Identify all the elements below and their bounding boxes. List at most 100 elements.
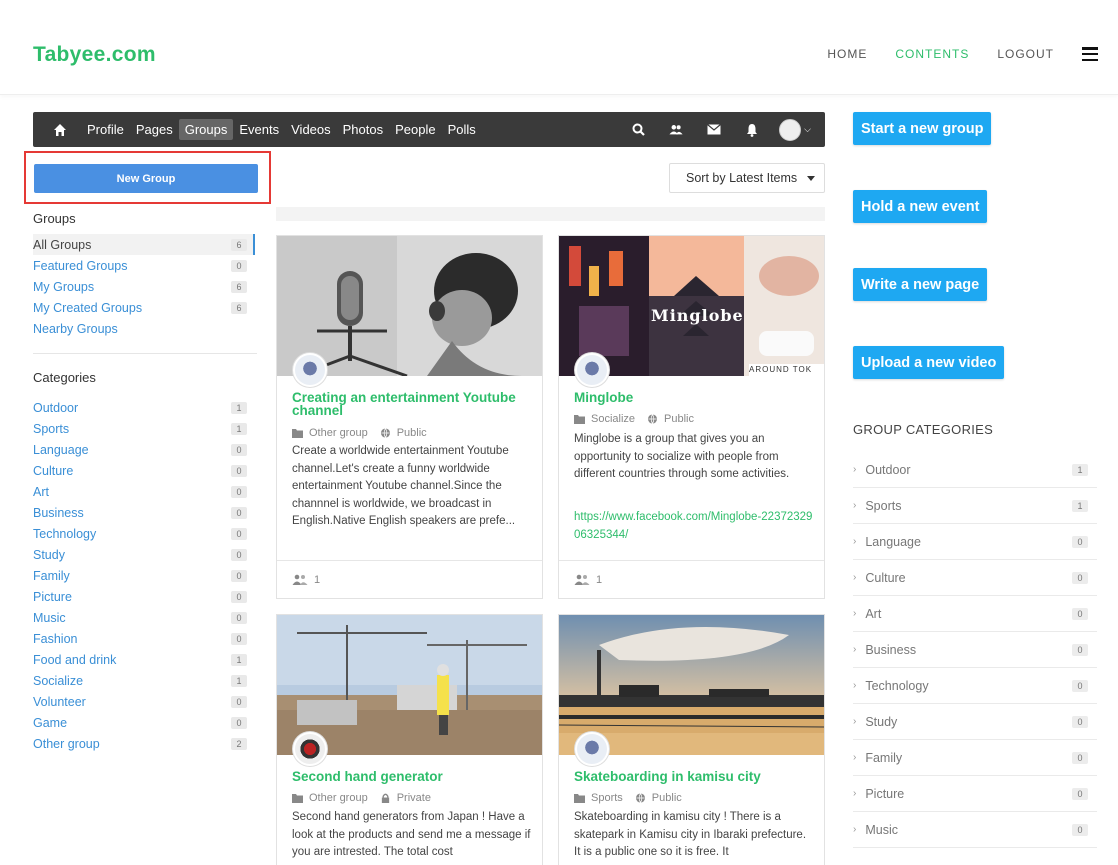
groups-filter-all[interactable]: All Groups 6 — [33, 234, 255, 255]
category-item[interactable]: Picture 0 — [33, 586, 255, 607]
chevron-right-icon: › — [853, 824, 857, 835]
group-card[interactable]: Minglobe AROUND TOK Minglobe Socialize P… — [558, 235, 825, 599]
count-badge: 0 — [231, 611, 247, 624]
group-external-link[interactable]: https://www.facebook.com/Minglobe-223723… — [574, 509, 814, 544]
new-group-button[interactable]: New Group — [34, 164, 258, 193]
group-avatar[interactable] — [575, 732, 609, 766]
category-item[interactable]: Game 0 — [33, 712, 255, 733]
top-nav: HOME CONTENTS LOGOUT — [799, 47, 1098, 61]
search-icon[interactable] — [631, 123, 645, 137]
group-footer: 1 — [559, 560, 824, 598]
friends-icon[interactable] — [669, 123, 683, 137]
group-category-item[interactable]: › Sports 1 — [853, 488, 1097, 524]
group-avatar[interactable] — [293, 353, 327, 387]
category-item[interactable]: Study 0 — [33, 544, 255, 565]
toolbar-pages[interactable]: Pages — [130, 119, 179, 140]
group-avatar[interactable] — [575, 353, 609, 387]
count-badge: 0 — [231, 569, 247, 582]
group-category-item[interactable]: › Business 0 — [853, 632, 1097, 668]
caret-down-icon — [807, 175, 816, 181]
toolbar-events[interactable]: Events — [233, 119, 285, 140]
groups-filter-my-created[interactable]: My Created Groups 6 — [33, 297, 255, 318]
site-logo[interactable]: Tabyee.com — [33, 43, 156, 67]
group-title[interactable]: Minglobe — [574, 391, 814, 405]
category-item[interactable]: Art 0 — [33, 481, 255, 502]
site-header: Tabyee.com HOME CONTENTS LOGOUT — [0, 0, 1118, 95]
chevron-right-icon: › — [853, 644, 857, 655]
category-item[interactable]: Sports 1 — [33, 418, 255, 439]
hamburger-menu-icon[interactable] — [1082, 47, 1098, 61]
mail-icon[interactable] — [707, 123, 722, 137]
group-category[interactable]: Other group — [309, 427, 368, 439]
hold-new-event-button[interactable]: Hold a new event — [853, 190, 988, 223]
lock-icon — [381, 793, 389, 803]
nav-home[interactable]: HOME — [827, 47, 867, 61]
cover-logo-text: Minglobe — [651, 306, 744, 325]
user-avatar[interactable] — [779, 118, 802, 141]
category-item[interactable]: Business 0 — [33, 502, 255, 523]
group-title[interactable]: Creating an entertainment Youtube channe… — [292, 391, 532, 418]
category-item[interactable]: Other group 2 — [33, 733, 255, 754]
group-avatar[interactable] — [293, 732, 327, 766]
group-category-item[interactable]: › Technology 0 — [853, 668, 1097, 704]
folder-icon — [292, 794, 303, 803]
count-badge: 0 — [1072, 571, 1088, 584]
chevron-right-icon: › — [853, 572, 857, 583]
group-category-item[interactable]: › Culture 0 — [853, 560, 1097, 596]
toolbar-photos[interactable]: Photos — [337, 119, 389, 140]
category-item[interactable]: Volunteer 0 — [33, 691, 255, 712]
start-new-group-button[interactable]: Start a new group — [853, 112, 992, 145]
upload-new-video-button[interactable]: Upload a new video — [853, 346, 1005, 379]
group-category-item[interactable]: › Language 0 — [853, 524, 1097, 560]
group-category[interactable]: Other group — [309, 792, 368, 804]
member-count: 1 — [596, 573, 603, 586]
category-item[interactable]: Outdoor 1 — [33, 397, 255, 418]
chevron-down-icon[interactable]: ⌵ — [804, 124, 811, 135]
group-title[interactable]: Second hand generator — [292, 770, 532, 784]
group-category-item[interactable]: › Art 0 — [853, 596, 1097, 632]
groups-filter-my[interactable]: My Groups 6 — [33, 276, 255, 297]
group-category-item[interactable]: › Family 0 — [853, 740, 1097, 776]
category-item[interactable]: Culture 0 — [33, 460, 255, 481]
group-title[interactable]: Skateboarding in kamisu city — [574, 770, 814, 784]
count-badge: 0 — [231, 695, 247, 708]
count-badge: 0 — [1072, 679, 1088, 692]
group-category-item[interactable]: › Outdoor 1 — [853, 452, 1097, 488]
toolbar-profile[interactable]: Profile — [81, 119, 130, 140]
group-category[interactable]: Socialize — [591, 413, 635, 425]
chevron-right-icon: › — [853, 752, 857, 763]
categories-heading: Categories — [33, 370, 96, 385]
category-item[interactable]: Technology 0 — [33, 523, 255, 544]
nav-logout[interactable]: LOGOUT — [997, 47, 1054, 61]
home-icon[interactable] — [53, 123, 67, 137]
chevron-right-icon: › — [853, 788, 857, 799]
toolbar-polls[interactable]: Polls — [442, 119, 482, 140]
groups-filter-nearby[interactable]: Nearby Groups — [33, 318, 255, 339]
bell-icon[interactable] — [745, 123, 759, 137]
group-category-item[interactable]: › Picture 0 — [853, 776, 1097, 812]
group-card[interactable]: Creating an entertainment Youtube channe… — [276, 235, 543, 599]
group-card[interactable]: Skateboarding in kamisu city Sports Publ… — [558, 614, 825, 865]
nav-contents[interactable]: CONTENTS — [895, 47, 969, 61]
folder-icon — [292, 429, 303, 438]
group-category-item[interactable]: › Study 0 — [853, 704, 1097, 740]
category-item[interactable]: Fashion 0 — [33, 628, 255, 649]
folder-icon — [574, 794, 585, 803]
feed-filter-bar — [276, 207, 825, 221]
write-new-page-button[interactable]: Write a new page — [853, 268, 988, 301]
toolbar-videos[interactable]: Videos — [285, 119, 337, 140]
toolbar-people[interactable]: People — [389, 119, 441, 140]
category-item[interactable]: Food and drink 1 — [33, 649, 255, 670]
group-category[interactable]: Sports — [591, 792, 623, 804]
group-description: Create a worldwide entertainment Youtube… — [292, 445, 516, 527]
sort-dropdown[interactable]: Sort by Latest Items — [669, 163, 825, 193]
category-item[interactable]: Socialize 1 — [33, 670, 255, 691]
category-item[interactable]: Language 0 — [33, 439, 255, 460]
category-item[interactable]: Family 0 — [33, 565, 255, 586]
group-category-item[interactable]: › Music 0 — [853, 812, 1097, 848]
group-meta: Sports Public — [574, 792, 682, 804]
toolbar-groups[interactable]: Groups — [178, 119, 234, 140]
groups-filter-featured[interactable]: Featured Groups 0 — [33, 255, 255, 276]
category-item[interactable]: Music 0 — [33, 607, 255, 628]
group-card[interactable]: Second hand generator Other group Privat… — [276, 614, 543, 865]
